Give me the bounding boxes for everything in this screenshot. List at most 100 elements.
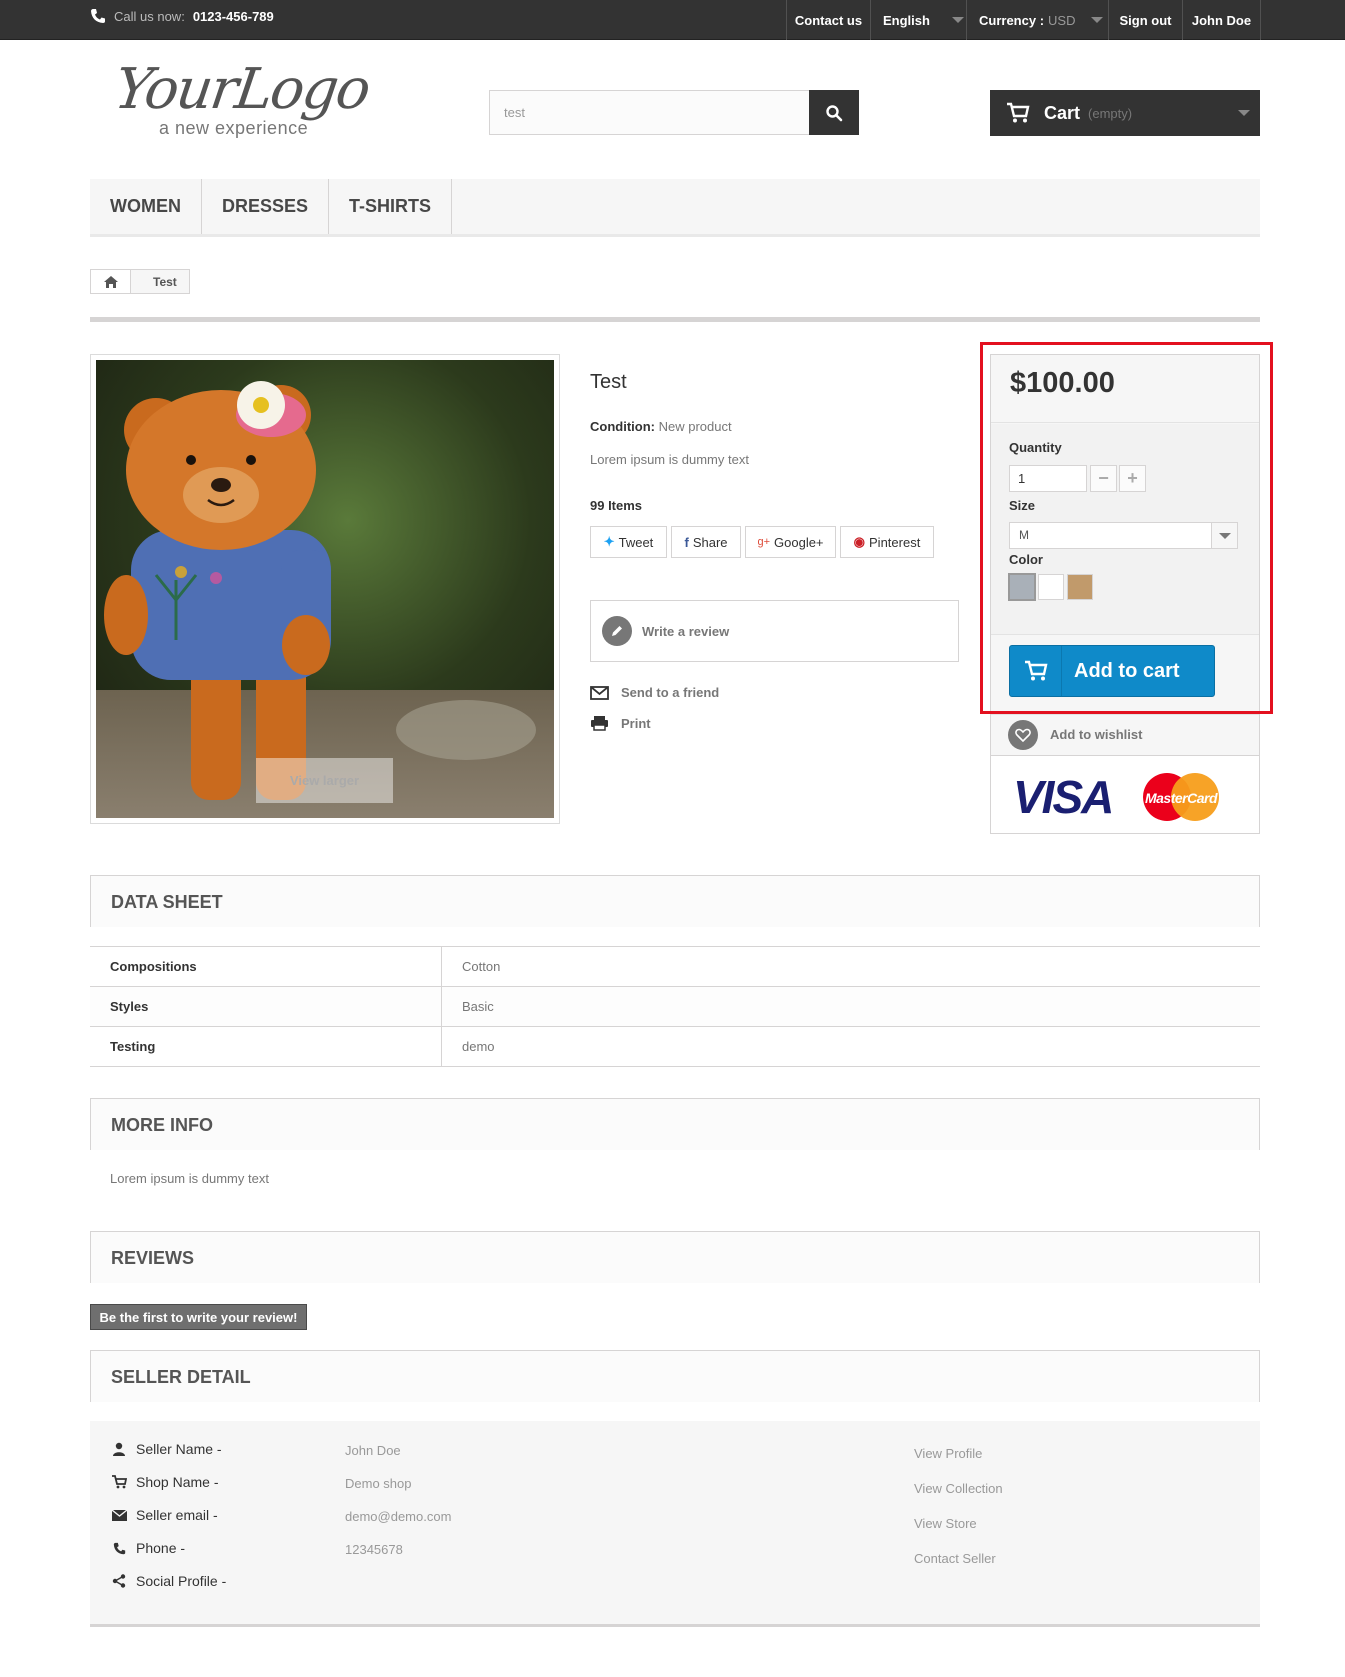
- language-selector[interactable]: English: [870, 0, 966, 40]
- phone-icon: [110, 1542, 128, 1555]
- cart-status: (empty): [1088, 105, 1133, 121]
- breadcrumb-home[interactable]: [91, 270, 131, 293]
- googleplus-label: Google+: [774, 534, 824, 550]
- social-profile-label: Social Profile -: [110, 1573, 226, 1589]
- mastercard-text: MasterCard: [1144, 790, 1218, 806]
- reviews-header: REVIEWS: [90, 1231, 1260, 1283]
- first-review-button[interactable]: Be the first to write your review!: [90, 1304, 307, 1330]
- account-link[interactable]: John Doe: [1182, 0, 1261, 40]
- chevron-down-icon: [1238, 110, 1250, 116]
- shop-name-text: Shop Name -: [136, 1474, 219, 1490]
- product-title: Test: [590, 371, 627, 393]
- product-image[interactable]: [90, 354, 560, 824]
- pencil-icon: [602, 616, 632, 646]
- highlight-box: [980, 342, 1273, 714]
- tweet-button[interactable]: ✦ Tweet: [590, 526, 667, 558]
- write-review-label: Write a review: [642, 623, 730, 639]
- product-description: Lorem ipsum is dummy text: [590, 452, 749, 467]
- moreinfo-header: MORE INFO: [90, 1098, 1260, 1150]
- cart-label: Cart: [1044, 102, 1081, 123]
- logo-tagline: a new experience: [159, 118, 309, 138]
- search-icon: [826, 104, 843, 121]
- datasheet-value: Cotton: [462, 959, 501, 974]
- home-icon: [103, 275, 118, 288]
- share-icon: [110, 1574, 128, 1588]
- write-review-button[interactable]: Write a review: [590, 600, 959, 662]
- facebook-icon: f: [684, 534, 689, 550]
- contact-label: Contact us: [794, 12, 863, 28]
- social-profile-text: Social Profile -: [136, 1573, 227, 1589]
- call-label: Call us now:: [114, 8, 185, 24]
- share-button[interactable]: f Share: [671, 526, 741, 558]
- main-menu: WOMEN DRESSES T-SHIRTS: [90, 179, 1260, 237]
- datasheet-value: demo: [462, 1039, 495, 1054]
- visa-logo: VISA: [1013, 771, 1114, 823]
- datasheet-header: DATA SHEET: [90, 875, 1260, 927]
- datasheet-key: Compositions: [90, 947, 442, 986]
- datasheet-value: Basic: [462, 999, 494, 1014]
- shop-name-value: Demo shop: [345, 1476, 412, 1491]
- send-to-friend-label: Send to a friend: [621, 685, 720, 700]
- googleplus-button[interactable]: g+ Google+: [745, 526, 836, 558]
- contact-us-link[interactable]: Contact us: [786, 0, 870, 40]
- view-profile-link[interactable]: View Profile: [914, 1446, 982, 1461]
- view-store-link[interactable]: View Store: [914, 1516, 977, 1531]
- print-link[interactable]: Print: [590, 715, 651, 731]
- account-name: John Doe: [1191, 12, 1252, 28]
- pinterest-icon: ◉: [853, 534, 866, 549]
- seller-name-text: Seller Name -: [136, 1441, 222, 1457]
- stock-count: 99 Items: [590, 498, 643, 513]
- phone-text: Phone -: [136, 1540, 186, 1556]
- twitter-icon: ✦: [603, 534, 615, 549]
- cart-button[interactable]: Cart (empty): [990, 90, 1260, 136]
- view-collection-link[interactable]: View Collection: [914, 1481, 1003, 1496]
- menu-item-dresses[interactable]: DRESSES: [202, 179, 330, 234]
- shop-icon: [110, 1475, 128, 1489]
- envelope-icon: [590, 685, 609, 700]
- wishlist-label: Add to wishlist: [1050, 727, 1143, 742]
- phone-label: Phone -: [110, 1540, 185, 1556]
- search-input[interactable]: test: [489, 90, 809, 135]
- chevron-down-icon: [951, 17, 964, 23]
- share-label: Share: [692, 534, 728, 550]
- table-row: Compositions Cotton: [90, 947, 1260, 987]
- call-us: Call us now: 0123-456-789: [90, 8, 274, 24]
- add-to-wishlist-link[interactable]: Add to wishlist: [991, 714, 1259, 754]
- envelope-icon: [110, 1509, 128, 1521]
- menu-item-tshirts[interactable]: T-SHIRTS: [329, 179, 453, 234]
- printer-icon: [591, 716, 608, 731]
- datasheet-key: Testing: [90, 1027, 442, 1066]
- google-plus-icon: g+: [757, 536, 771, 548]
- sign-out-label: Sign out: [1119, 12, 1172, 28]
- menu-item-women[interactable]: WOMEN: [90, 179, 202, 234]
- condition-label: Condition:: [590, 419, 655, 434]
- seller-email-value: demo@demo.com: [345, 1509, 452, 1524]
- cart-icon: [1007, 102, 1030, 123]
- view-larger-button[interactable]: View larger: [256, 758, 393, 803]
- breadcrumb-current: Test: [153, 274, 177, 289]
- send-to-friend-link[interactable]: Send to a friend: [590, 685, 719, 700]
- logo[interactable]: YourLogo a new experience: [111, 57, 405, 142]
- search-button[interactable]: [809, 90, 859, 135]
- sign-out-link[interactable]: Sign out: [1108, 0, 1182, 40]
- table-row: Styles Basic: [90, 987, 1260, 1027]
- moreinfo-text: Lorem ipsum is dummy text: [110, 1171, 269, 1186]
- phone-value: 12345678: [345, 1542, 403, 1557]
- table-row: Testing demo: [90, 1027, 1260, 1067]
- seller-name-label: Seller Name -: [110, 1441, 222, 1457]
- payment-logos: VISA MasterCard: [991, 755, 1259, 833]
- currency-value: USD: [1048, 12, 1076, 28]
- seller-header: SELLER DETAIL: [90, 1350, 1260, 1402]
- seller-detail: [90, 1421, 1260, 1627]
- seller-name-value: John Doe: [345, 1443, 401, 1458]
- currency-selector[interactable]: Currency : USD: [966, 0, 1108, 40]
- contact-seller-link[interactable]: Contact Seller: [914, 1551, 996, 1566]
- pinterest-label: Pinterest: [869, 534, 921, 550]
- divider: [90, 317, 1260, 322]
- pinterest-button[interactable]: ◉ Pinterest: [840, 526, 934, 558]
- user-icon: [110, 1442, 128, 1456]
- chevron-down-icon: [1091, 17, 1104, 23]
- seller-email-label: Seller email -: [110, 1507, 218, 1523]
- currency-label: Currency :: [979, 12, 1045, 28]
- shop-name-label: Shop Name -: [110, 1474, 218, 1490]
